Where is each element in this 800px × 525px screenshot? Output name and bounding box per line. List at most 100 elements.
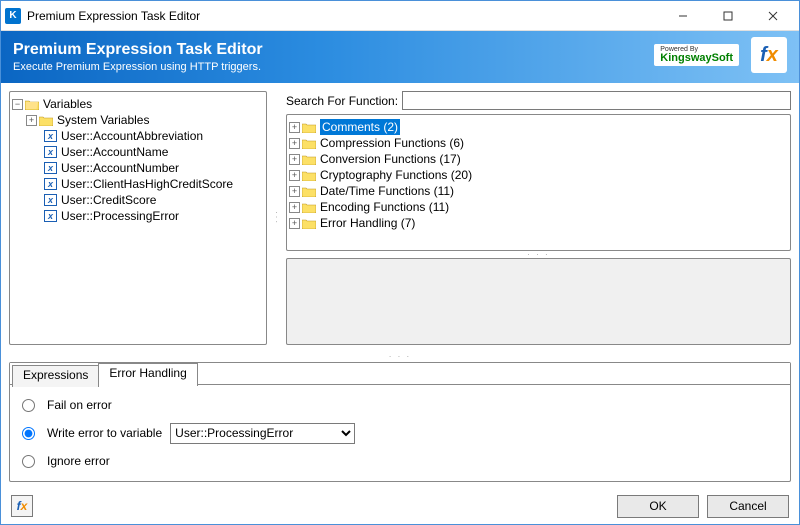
variable-icon: x [44,146,57,158]
app-icon: K [5,8,21,24]
fx-button[interactable]: fx [11,495,33,517]
function-category-label: Date/Time Functions (11) [320,183,454,199]
tree-item[interactable]: x User::ProcessingError [12,208,264,224]
radio-fail-on-error[interactable]: Fail on error [22,395,778,415]
variable-icon: x [44,210,57,222]
folder-icon [302,122,316,133]
preview-pane [286,258,791,345]
tree-item[interactable]: + System Variables [12,112,264,128]
folder-icon [302,186,316,197]
banner-title: Premium Expression Task Editor [13,41,263,59]
folder-open-icon [25,99,39,110]
expand-icon[interactable]: + [289,122,300,133]
collapse-icon[interactable]: − [12,99,23,110]
variable-icon: x [44,162,57,174]
cancel-button[interactable]: Cancel [707,495,789,518]
function-category[interactable]: + Date/Time Functions (11) [289,183,788,199]
tree-item-label: User::CreditScore [61,192,156,208]
variables-tree[interactable]: − Variables +System VariablesxUser::Acco… [9,91,267,345]
close-icon [768,11,778,21]
minimize-icon [678,11,688,21]
ok-button[interactable]: OK [617,495,699,518]
horizontal-splitter-1[interactable]: · · · [286,251,791,258]
tree-item-label: User::AccountName [61,144,168,160]
expand-icon[interactable]: + [289,218,300,229]
window-title: Premium Expression Task Editor [27,9,660,23]
tree-item-label: User::ClientHasHighCreditScore [61,176,233,192]
tab-strip: Expressions Error Handling [10,363,790,385]
function-category[interactable]: + Encoding Functions (11) [289,199,788,215]
function-category[interactable]: + Compression Functions (6) [289,135,788,151]
expand-icon[interactable]: + [26,115,37,126]
error-variable-select[interactable]: User::ProcessingError [170,423,355,444]
radio-ignore-error[interactable]: Ignore error [22,451,778,471]
radio-fail-label: Fail on error [47,398,112,412]
powered-by-text: KingswaySoft [660,53,733,64]
close-button[interactable] [750,2,795,30]
footer-bar: fx OK Cancel [1,488,799,524]
folder-icon [302,202,316,213]
function-category[interactable]: + Cryptography Functions (20) [289,167,788,183]
expand-icon[interactable]: + [289,138,300,149]
expand-icon[interactable]: + [289,186,300,197]
search-input[interactable] [402,91,791,110]
content-area: − Variables +System VariablesxUser::Acco… [1,83,799,353]
tree-root-label: Variables [43,96,92,112]
tree-item[interactable]: x User::CreditScore [12,192,264,208]
function-category-label: Encoding Functions (11) [320,199,449,215]
function-category[interactable]: + Error Handling (7) [289,215,788,231]
function-category[interactable]: + Conversion Functions (17) [289,151,788,167]
fx-logo: fx [751,37,787,73]
radio-write-to-variable[interactable]: Write error to variable User::Processing… [22,423,778,443]
function-category-label: Cryptography Functions (20) [320,167,472,183]
minimize-button[interactable] [660,2,705,30]
window-root: K Premium Expression Task Editor Premium… [0,0,800,525]
horizontal-splitter-2[interactable]: · · · [9,353,791,360]
tree-item[interactable]: x User::AccountName [12,144,264,160]
tree-item-label: User::AccountNumber [61,160,179,176]
maximize-button[interactable] [705,2,750,30]
folder-icon [39,115,53,126]
right-pane: Search For Function: + Comments (2) + Compr… [286,91,791,345]
folder-icon [302,138,316,149]
function-category-label: Conversion Functions (17) [320,151,461,167]
kingswaysoft-logo: Powered By KingswaySoft [654,44,739,66]
title-bar: K Premium Expression Task Editor [1,1,799,31]
radio-write-label: Write error to variable [47,426,162,440]
variable-icon: x [44,194,57,206]
search-label: Search For Function: [286,94,398,108]
tab-error-handling[interactable]: Error Handling [98,363,197,386]
tree-item-label: User::ProcessingError [61,208,179,224]
maximize-icon [723,11,733,21]
vertical-splitter[interactable]: ··· [273,91,280,345]
tree-item-label: System Variables [57,112,149,128]
variable-icon: x [44,130,57,142]
radio-fail-input[interactable] [22,399,35,412]
bottom-tabs: Expressions Error Handling Fail on error… [9,362,791,482]
radio-ignore-label: Ignore error [47,454,110,468]
header-banner: Premium Expression Task Editor Execute P… [1,31,799,83]
expand-icon[interactable]: + [289,154,300,165]
tree-item-label: User::AccountAbbreviation [61,128,203,144]
expand-icon[interactable]: + [289,170,300,181]
function-category-label: Compression Functions (6) [320,135,464,151]
radio-ignore-input[interactable] [22,455,35,468]
tree-root-variables[interactable]: − Variables [12,96,264,112]
expand-icon[interactable]: + [289,202,300,213]
folder-icon [302,218,316,229]
functions-tree[interactable]: +Comments (2)+Compression Functions (6)+… [286,114,791,251]
function-category-label: Error Handling (7) [320,215,415,231]
tree-item[interactable]: x User::AccountAbbreviation [12,128,264,144]
radio-write-input[interactable] [22,427,35,440]
banner-subtitle: Execute Premium Expression using HTTP tr… [13,61,263,73]
tab-expressions[interactable]: Expressions [12,365,99,387]
folder-icon [302,170,316,181]
tab-body-error-handling: Fail on error Write error to variable Us… [10,385,790,481]
function-search-row: Search For Function: [286,91,791,110]
variable-icon: x [44,178,57,190]
function-category-label: Comments (2) [320,119,400,135]
tree-item[interactable]: x User::ClientHasHighCreditScore [12,176,264,192]
function-category[interactable]: + Comments (2) [289,119,788,135]
folder-icon [302,154,316,165]
tree-item[interactable]: x User::AccountNumber [12,160,264,176]
